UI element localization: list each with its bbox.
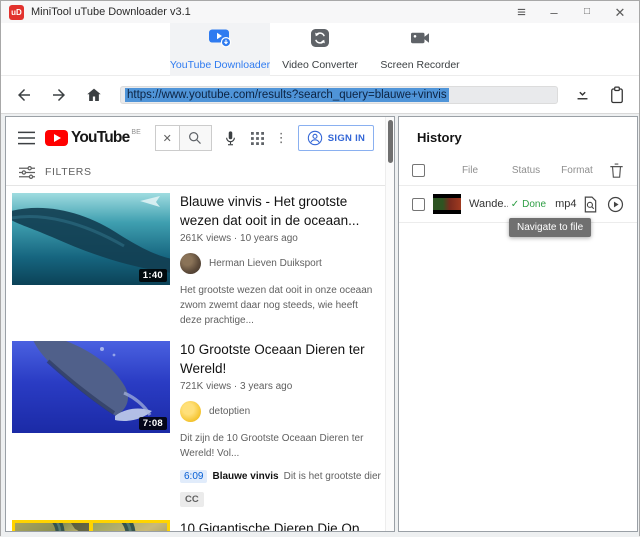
chapter-text: Dit is het grootste dier dat mom... <box>283 470 382 482</box>
filters-label: FILTERS <box>45 166 92 178</box>
back-icon[interactable] <box>15 86 33 104</box>
home-icon[interactable] <box>85 86 103 104</box>
search-icon[interactable] <box>179 125 212 151</box>
sign-in-button[interactable]: SIGN IN <box>297 125 375 151</box>
app-window: uD MiniTool uTube Downloader v3.1 ≡ – □ … <box>0 0 640 537</box>
tab-bar: YouTube Downloader Video Converter Scree… <box>1 23 639 76</box>
sign-in-label: SIGN IN <box>327 132 366 144</box>
tab-screen-recorder[interactable]: Screen Recorder <box>370 23 470 76</box>
window-controls: ≡ – □ ✕ <box>514 5 631 20</box>
thumbnail-panel-left <box>15 522 90 531</box>
chapter-timestamp[interactable]: 6:09 <box>180 469 208 483</box>
youtube-search-group: ✕ <box>154 125 212 151</box>
status-badge: ✓ Done <box>508 199 549 210</box>
tab-video-converter-label: Video Converter <box>282 59 358 71</box>
history-panel: History File Status Format Wande... ✓ <box>398 116 638 532</box>
channel-avatar[interactable] <box>180 400 201 422</box>
video-thumbnail-2[interactable]: 7:08 <box>12 340 170 433</box>
file-format: mp4 <box>555 198 577 210</box>
status-label: Done <box>522 198 546 210</box>
navigation-bar: https://www.youtube.com/results?search_q… <box>1 76 639 114</box>
menu-icon[interactable]: ≡ <box>514 5 528 20</box>
channel-name[interactable]: detoptien <box>209 406 250 417</box>
tab-video-converter[interactable]: Video Converter <box>270 23 370 76</box>
video-meta: 261K views · 10 years ago <box>180 232 298 244</box>
cc-badge: CC <box>180 491 204 507</box>
video-description: Het grootste wezen dat ooit in onze ocea… <box>180 284 373 326</box>
check-icon: ✓ <box>510 198 520 210</box>
youtube-region-label: BE <box>131 129 141 136</box>
video-meta: 721K views · 3 years ago <box>180 380 293 392</box>
thumbnail-panel-right <box>92 522 168 531</box>
youtube-wordmark: YouTube <box>71 129 130 146</box>
play-file-icon[interactable] <box>607 196 624 213</box>
minimize-button[interactable]: – <box>547 6 561 19</box>
url-selected-text: https://www.youtube.com/results?search_q… <box>125 87 449 102</box>
download-icon[interactable] <box>574 86 591 103</box>
video-result-3[interactable]: 10:06 10 Gigantische Dieren Die Op Camer… <box>12 519 380 531</box>
column-status: Status <box>511 165 541 176</box>
titlebar: uD MiniTool uTube Downloader v3.1 ≡ – □ … <box>1 1 639 23</box>
column-file: File <box>461 165 479 176</box>
youtube-play-icon <box>45 130 68 146</box>
youtube-downloader-icon <box>207 28 233 53</box>
browser-panel: YouTube BE ✕ ⋮ SIGN IN FILTERS 1:40 Blau… <box>5 116 395 532</box>
screen-recorder-icon <box>409 28 431 53</box>
duration-badge: 1:40 <box>138 269 167 282</box>
channel-name[interactable]: Herman Lieven Duiksport <box>209 258 322 269</box>
youtube-header: YouTube BE ✕ ⋮ SIGN IN <box>6 117 394 159</box>
app-logo-icon: uD <box>9 4 24 20</box>
navigate-to-file-icon[interactable] <box>583 196 598 213</box>
voice-search-icon[interactable] <box>223 130 238 147</box>
video-result-2[interactable]: 7:08 10 Grootste Oceaan Dieren ter Werel… <box>12 340 382 507</box>
scrollbar[interactable] <box>385 117 394 531</box>
clear-search-icon[interactable]: ✕ <box>154 125 180 151</box>
channel-row[interactable]: Herman Lieven Duiksport <box>180 252 380 274</box>
channel-row[interactable]: detoptien <box>180 400 382 422</box>
video-title[interactable]: Blauwe vinvis - Het grootste wezen dat o… <box>180 193 380 231</box>
video-thumbnail-3[interactable]: 10:06 <box>12 519 170 531</box>
close-button[interactable]: ✕ <box>613 6 627 19</box>
app-title: MiniTool uTube Downloader v3.1 <box>31 6 191 18</box>
main-area: YouTube BE ✕ ⋮ SIGN IN FILTERS 1:40 Blau… <box>1 114 639 537</box>
video-title[interactable]: 10 Gigantische Dieren Die Op Camera Zijn… <box>180 520 380 531</box>
row-checkbox[interactable] <box>412 197 425 211</box>
video-converter-icon <box>310 28 330 53</box>
tab-youtube-downloader-label: YouTube Downloader <box>169 59 271 71</box>
forward-icon[interactable] <box>50 86 68 104</box>
paste-icon[interactable] <box>609 86 625 104</box>
column-format: Format <box>561 165 593 176</box>
video-title[interactable]: 10 Grootste Oceaan Dieren ter Wereld! <box>180 341 382 379</box>
filters-row[interactable]: FILTERS <box>6 159 394 186</box>
delete-icon[interactable] <box>609 163 624 179</box>
history-header: File Status Format <box>399 156 637 186</box>
file-name: Wande... <box>469 198 508 210</box>
channel-avatar[interactable] <box>180 252 201 274</box>
search-results: 1:40 Blauwe vinvis - Het grootste wezen … <box>6 186 394 531</box>
tooltip-navigate-to-file: Navigate to file <box>509 218 592 237</box>
scrollbar-thumb[interactable] <box>387 120 393 163</box>
duration-badge: 7:08 <box>138 416 167 430</box>
chapter-row[interactable]: 6:09 Blauwe vinvis Dit is het grootste d… <box>180 469 382 483</box>
video-thumbnail-1[interactable]: 1:40 <box>12 193 170 285</box>
video-description: Dit zijn de 10 Grootste Oceaan Dieren te… <box>180 432 364 459</box>
chapter-name: Blauwe vinvis <box>212 470 279 482</box>
video-result-1[interactable]: 1:40 Blauwe vinvis - Het grootste wezen … <box>12 193 380 328</box>
youtube-logo[interactable]: YouTube BE <box>45 128 141 148</box>
apps-grid-icon[interactable] <box>250 131 264 145</box>
kebab-menu-icon[interactable]: ⋮ <box>275 130 288 146</box>
tab-youtube-downloader[interactable]: YouTube Downloader <box>170 23 270 76</box>
youtube-menu-icon[interactable] <box>18 131 35 145</box>
history-title: History <box>417 130 462 145</box>
tab-screen-recorder-label: Screen Recorder <box>380 59 460 71</box>
select-all-checkbox[interactable] <box>412 164 425 177</box>
filters-icon <box>19 165 35 179</box>
nav-actions <box>574 86 625 104</box>
url-input[interactable]: https://www.youtube.com/results?search_q… <box>120 85 558 104</box>
maximize-button[interactable]: □ <box>580 7 594 17</box>
file-thumbnail <box>433 194 461 214</box>
